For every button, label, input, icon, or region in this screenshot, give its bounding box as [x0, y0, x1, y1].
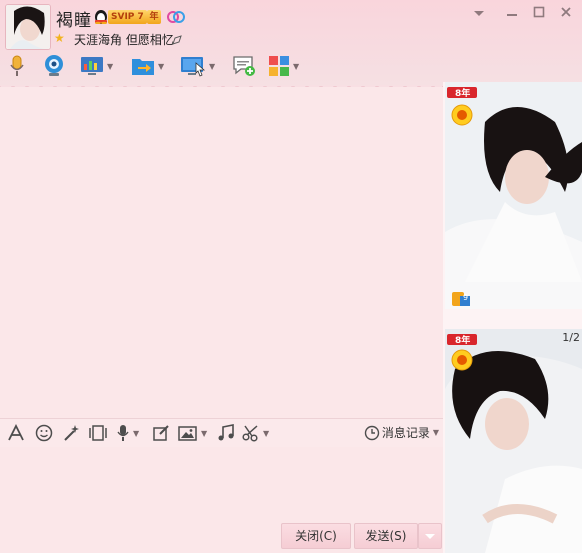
- font-icon: [8, 424, 24, 441]
- chevron-down-icon: [474, 11, 484, 16]
- microphone-icon: [117, 425, 129, 441]
- voice-message-button[interactable]: ▼: [116, 423, 139, 443]
- chevron-down-icon[interactable]: ▼: [293, 62, 299, 71]
- qq-level-icon: [451, 104, 473, 126]
- message-history-label: 消息记录: [381, 426, 430, 440]
- chevron-down-icon[interactable]: ▼: [107, 62, 113, 71]
- minimize-icon: [507, 14, 517, 16]
- contact-name: 褐瞳: [56, 11, 92, 31]
- send-options-button[interactable]: [418, 523, 442, 549]
- clock-icon: [364, 425, 380, 440]
- message-history-button[interactable]: 消息记录 ▼: [364, 424, 439, 441]
- monitor-cursor-icon: [181, 57, 206, 77]
- screenshot-button[interactable]: ▼: [242, 423, 269, 443]
- level-badge-label: 9: [463, 293, 469, 302]
- window-shake-button[interactable]: [88, 423, 108, 443]
- contact-photo-top[interactable]: 8年 9: [445, 82, 582, 309]
- signature-edit-icon[interactable]: [172, 34, 182, 45]
- font-button[interactable]: [7, 423, 25, 443]
- folder-arrow-icon: [132, 59, 154, 75]
- contact-signature: 天涯海角 但愿相忆: [74, 33, 174, 47]
- webcam-icon: [45, 55, 63, 76]
- message-history-area[interactable]: [0, 87, 443, 417]
- chevron-down-icon: ▼: [432, 428, 439, 437]
- chat-add-icon: [233, 56, 255, 76]
- avatar[interactable]: [5, 4, 51, 50]
- minimize-button[interactable]: [503, 6, 521, 22]
- send-image-button[interactable]: ▼: [178, 423, 207, 443]
- qq-level-icon: [451, 349, 473, 371]
- chevron-down-icon[interactable]: ▼: [263, 429, 269, 438]
- new-discussion-button[interactable]: [232, 54, 256, 78]
- screen-icon: [81, 57, 103, 75]
- shake-icon: [89, 425, 107, 441]
- apps-grid-icon: [269, 56, 289, 76]
- close-icon: [561, 7, 571, 17]
- year-badge: 年: [147, 10, 161, 24]
- voice-call-button[interactable]: [7, 54, 27, 78]
- close-button[interactable]: [557, 6, 575, 22]
- chevron-down-icon[interactable]: ▼: [201, 429, 207, 438]
- remote-assist-button[interactable]: ▼: [80, 54, 113, 78]
- apps-button[interactable]: ▼: [268, 54, 299, 78]
- share-screen-button[interactable]: ▼: [180, 54, 215, 78]
- video-call-button[interactable]: [43, 54, 65, 78]
- magic-wand-icon: [64, 425, 79, 441]
- contact-show-panel: 8年 9 8年 1/2: [443, 82, 582, 553]
- microphone-icon: [10, 55, 24, 76]
- qq-penguin-icon: [94, 8, 108, 25]
- years-ribbon-label: 8年: [455, 336, 471, 346]
- years-ribbon-label: 8年: [455, 89, 471, 99]
- maximize-button[interactable]: [530, 6, 548, 22]
- emoji-button[interactable]: [35, 423, 53, 443]
- smiley-icon: [35, 424, 53, 442]
- photo-counter: 1/2: [562, 331, 580, 344]
- couple-link-icon[interactable]: [166, 9, 186, 25]
- svip-badge[interactable]: SVIP 7: [108, 10, 147, 24]
- music-note-icon: [218, 424, 234, 441]
- title-bar: 褐瞳 SVIP 7 年 ★ 天涯海角 但愿相忆 ▼ ▼ ▼ ▼: [0, 0, 582, 91]
- chevron-down-icon[interactable]: ▼: [209, 62, 215, 71]
- contact-photo-bottom[interactable]: 8年 1/2: [445, 329, 582, 553]
- window-dropdown-button[interactable]: [470, 6, 488, 22]
- scissors-icon: [242, 425, 258, 442]
- close-chat-button[interactable]: 关闭(C): [281, 523, 351, 549]
- image-icon: [178, 426, 197, 441]
- file-transfer-button[interactable]: ▼: [131, 54, 164, 78]
- edit-icon: [153, 425, 169, 441]
- magic-expression-button[interactable]: [62, 423, 80, 443]
- chevron-down-icon[interactable]: ▼: [133, 429, 139, 438]
- level-badge-icon: [452, 292, 470, 306]
- music-button[interactable]: [217, 423, 235, 443]
- input-toolbar: ▼ ▼ ▼ 消息记录 ▼: [0, 418, 443, 447]
- chevron-down-icon: [425, 534, 435, 539]
- chevron-down-icon[interactable]: ▼: [158, 62, 164, 71]
- send-button[interactable]: 发送(S): [354, 523, 418, 549]
- star-icon: ★: [54, 31, 65, 45]
- maximize-icon: [533, 6, 545, 18]
- edit-image-button[interactable]: [152, 423, 170, 443]
